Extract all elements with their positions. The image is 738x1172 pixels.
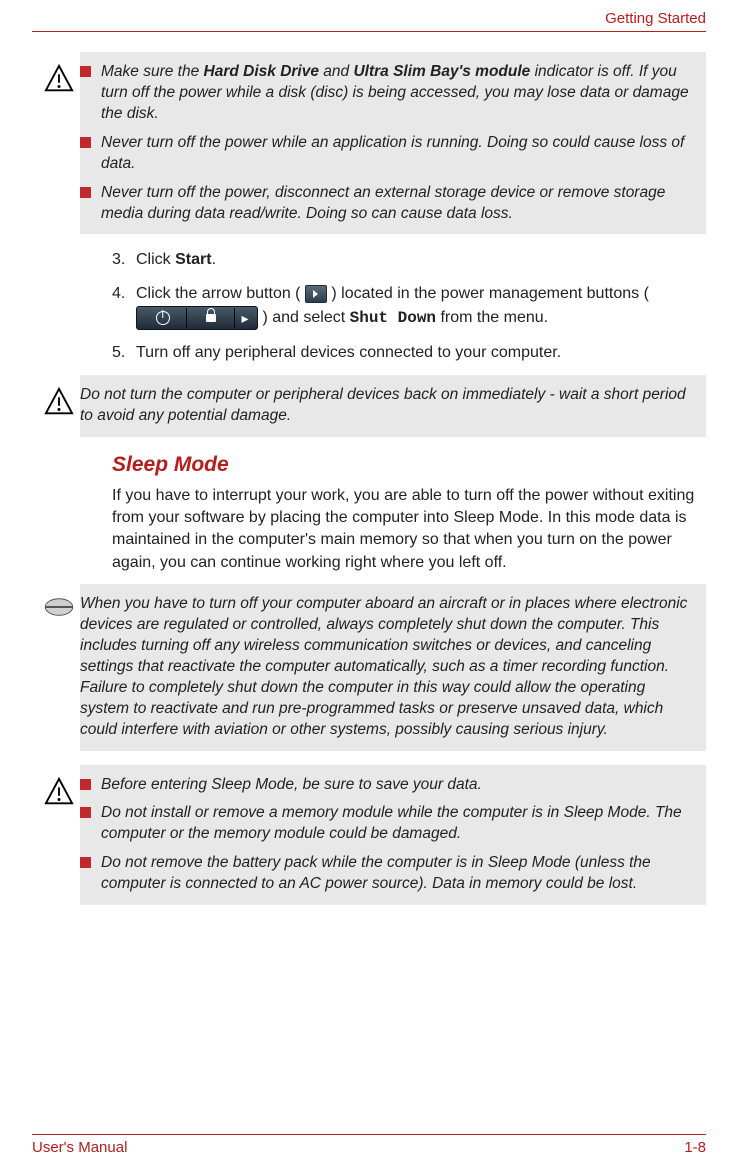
step-4: 4. Click the arrow button ( ) located in… xyxy=(112,282,706,330)
sleep-mode-heading: Sleep Mode xyxy=(112,453,706,477)
bullet-icon xyxy=(80,779,91,790)
sleep-mode-intro: If you have to interrupt your work, you … xyxy=(112,485,706,575)
step-3: 3. Click Start. xyxy=(112,248,706,272)
bullet-icon xyxy=(80,137,91,148)
caution-icon xyxy=(44,777,74,812)
caution1-item-2: Never turn off the power while an applic… xyxy=(80,133,694,175)
page-footer: User's Manual 1-8 xyxy=(32,1134,706,1156)
caution3-item-2: Do not install or remove a memory module… xyxy=(80,803,694,845)
header-rule xyxy=(32,31,706,32)
caution-icon xyxy=(44,387,74,422)
bullet-icon xyxy=(80,66,91,77)
footer-page-number: 1-8 xyxy=(684,1139,706,1156)
caution1-item-1: Make sure the Hard Disk Drive and Ultra … xyxy=(80,62,694,125)
bullet-icon xyxy=(80,187,91,198)
footer-rule xyxy=(32,1134,706,1135)
caution-box-2: Do not turn the computer or peripheral d… xyxy=(80,375,706,437)
step-5: 5. Turn off any peripheral devices conne… xyxy=(112,341,706,365)
note-icon xyxy=(43,596,75,623)
caution-box-1: Make sure the Hard Disk Drive and Ultra … xyxy=(80,52,706,234)
caution3-item-1: Before entering Sleep Mode, be sure to s… xyxy=(80,775,694,796)
bullet-icon xyxy=(80,857,91,868)
caution-box-3: Before entering Sleep Mode, be sure to s… xyxy=(80,765,706,906)
chapter-header: Getting Started xyxy=(32,0,706,31)
steps-list: 3. Click Start. 4. Click the arrow butto… xyxy=(112,248,706,364)
bullet-icon xyxy=(80,807,91,818)
caution-icon xyxy=(44,64,74,99)
power-management-buttons-icon: ▸ xyxy=(136,306,258,330)
caution3-item-3: Do not remove the battery pack while the… xyxy=(80,853,694,895)
footer-manual-label: User's Manual xyxy=(32,1139,127,1156)
arrow-button-icon xyxy=(305,285,327,303)
note-box: When you have to turn off your computer … xyxy=(80,584,706,750)
caution1-item-3: Never turn off the power, disconnect an … xyxy=(80,183,694,225)
